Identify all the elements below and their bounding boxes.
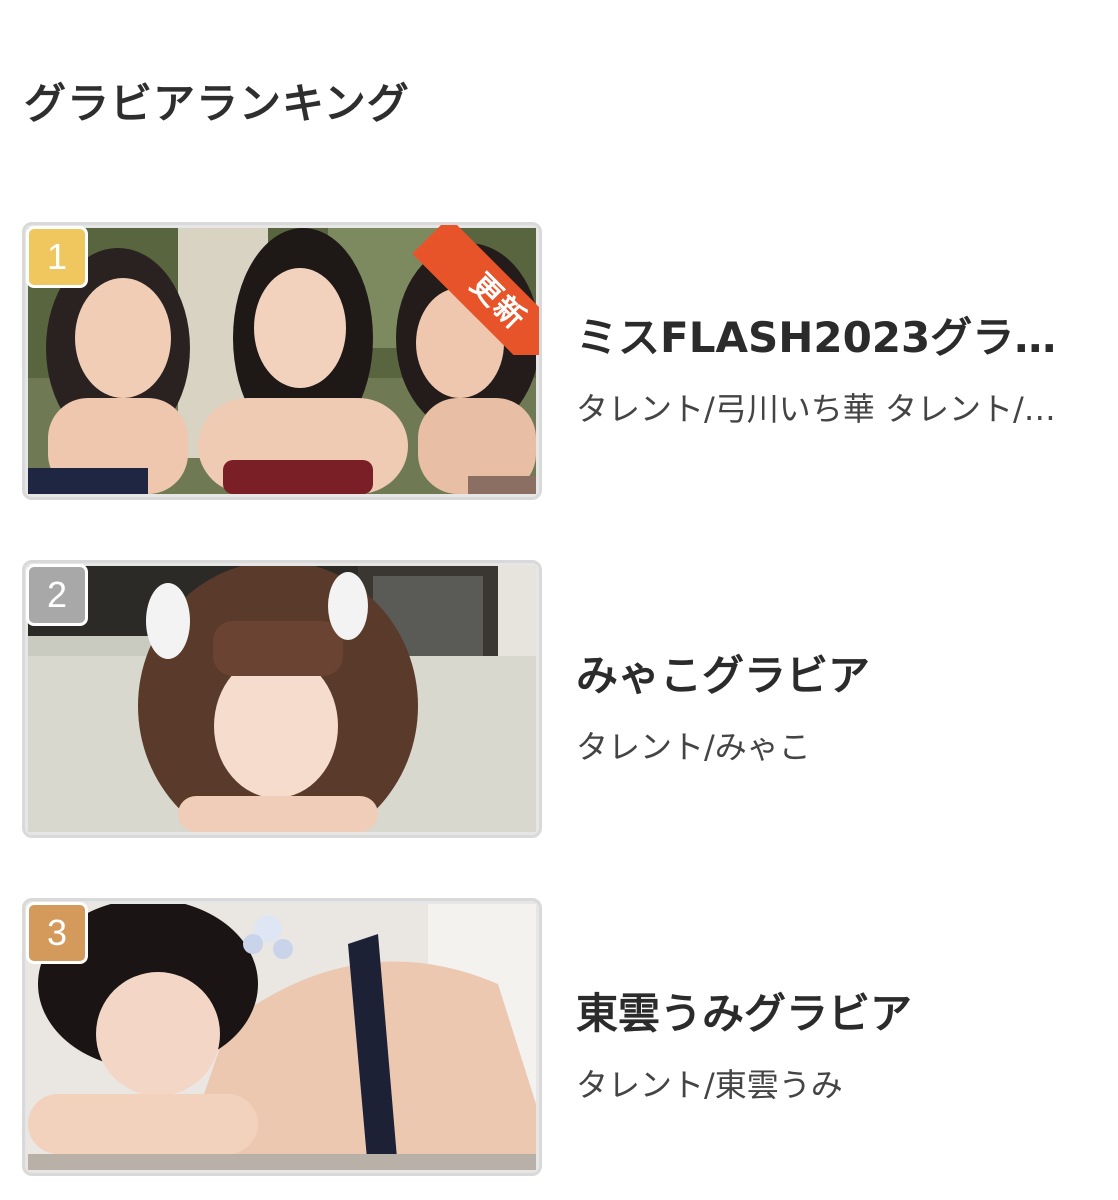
rank-badge: 3 [26, 902, 88, 964]
item-title[interactable]: 東雲うみグラビア [576, 984, 1086, 1044]
item-tags[interactable]: タレント/東雲うみ [576, 1062, 1081, 1108]
thumbnail-image[interactable] [22, 898, 542, 1176]
rank-badge: 2 [26, 564, 88, 626]
item-tags[interactable]: タレント/みゃこ [576, 724, 1081, 770]
thumbnail-image[interactable]: 更新 [22, 222, 542, 500]
item-tags[interactable]: タレント/弓川いち華 タレント/… [576, 386, 1081, 432]
new-label: 更新 [412, 225, 539, 355]
ranking-item-2[interactable]: 2 みゃこグラビア タレント/みゃこ [22, 560, 1102, 840]
item-title[interactable]: ミスFLASH2023グラ… [576, 308, 1086, 368]
ranking-list: 更新 1 ミスFLASH2023グラ… タレント/弓川いち華 タレント/… 2 … [0, 0, 1118, 1200]
thumbnail-photo [28, 566, 536, 832]
rank-badge: 1 [26, 226, 88, 288]
ranking-item-1[interactable]: 更新 1 ミスFLASH2023グラ… タレント/弓川いち華 タレント/… [22, 222, 1102, 502]
new-ribbon: 更新 [409, 225, 539, 355]
ranking-item-3[interactable]: 3 東雲うみグラビア タレント/東雲うみ [22, 898, 1102, 1178]
thumbnail-photo [28, 904, 536, 1170]
thumbnail-image[interactable] [22, 560, 542, 838]
item-title[interactable]: みゃこグラビア [576, 646, 1086, 706]
